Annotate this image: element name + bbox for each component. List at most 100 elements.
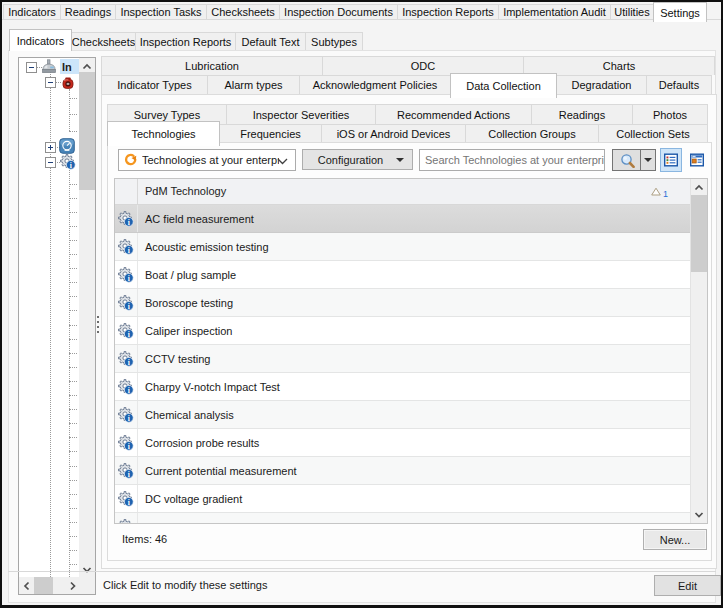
tab-lubrication[interactable]: Lubrication — [101, 56, 323, 75]
tab-ios-or-android-devices[interactable]: iOS or Android Devices — [321, 124, 466, 142]
configuration-button-label: Configuration — [318, 154, 383, 166]
tab-default-text[interactable]: Default Text — [235, 32, 306, 50]
technology-icon-cell — [115, 401, 138, 428]
tree-connector-hline — [69, 98, 77, 100]
tab-acknowledgment-policies[interactable]: Acknowledgment Policies — [299, 75, 451, 94]
tab-alarm-types[interactable]: Alarm types — [207, 75, 300, 94]
tab-data-collection[interactable]: Data Collection — [450, 73, 557, 98]
grid-row[interactable]: Boat / plug sample — [115, 261, 690, 289]
grip-dot — [97, 316, 99, 318]
tree-root-label[interactable]: In — [60, 59, 79, 74]
tree-connector-hline — [69, 423, 77, 425]
grid-vscroll-thumb[interactable] — [691, 195, 707, 272]
tree-vscroll-thumb[interactable] — [79, 72, 95, 190]
tab-subtypes[interactable]: Subtypes — [305, 32, 363, 50]
tab-collection-groups[interactable]: Collection Groups — [465, 124, 599, 142]
technology-name: Boroscope testing — [145, 297, 233, 309]
tree-scroll-right-button[interactable] — [65, 577, 79, 594]
tree-hscrollbar[interactable] — [19, 577, 79, 594]
tree-vscrollbar[interactable] — [79, 58, 95, 577]
gear-info-icon — [118, 295, 134, 311]
tree-connector-hline — [69, 240, 77, 242]
tree-connector-hline — [69, 564, 77, 566]
tree-connector-vline — [69, 89, 71, 131]
grid-row[interactable]: AC field measurement — [115, 205, 690, 233]
scope-combobox[interactable]: Technologies at your enterprise — [118, 149, 296, 171]
splitter-grip[interactable] — [97, 313, 100, 333]
tab-indicators[interactable]: Indicators — [3, 4, 61, 19]
tab-defaults[interactable]: Defaults — [646, 75, 712, 94]
tree-scroll-corner — [79, 577, 95, 594]
tree-connector-hline — [69, 339, 77, 341]
technology-name: Charpy V-notch Impact Test — [145, 381, 280, 393]
tab-inspection-tasks[interactable]: Inspection Tasks — [115, 4, 207, 19]
tab-implementation-audit[interactable]: Implementation Audit — [498, 4, 611, 19]
gauge-icon — [59, 138, 75, 154]
tab-inspector-severities[interactable]: Inspector Severities — [226, 104, 376, 124]
tab-technologies[interactable]: Technologies — [107, 121, 220, 146]
tab-readings[interactable]: Readings — [60, 4, 116, 19]
tree-connector-hline — [69, 480, 77, 482]
tree-connector-vline — [69, 170, 71, 577]
collapse-expander[interactable] — [45, 77, 56, 88]
tree-connector-hline — [69, 381, 77, 383]
chevron-right-icon — [69, 581, 76, 591]
tree-hscroll-thumb[interactable] — [34, 577, 53, 594]
tab-checksheets[interactable]: Checksheets — [206, 4, 280, 19]
tab-utilities[interactable]: Utilities — [610, 4, 654, 19]
tab-frequencies[interactable]: Frequencies — [219, 124, 322, 142]
search-input[interactable] — [425, 154, 604, 166]
tab-collection-sets[interactable]: Collection Sets — [598, 124, 708, 142]
tree-connector-hline — [69, 282, 77, 284]
gear-info-icon — [118, 267, 134, 283]
tab-inspection-reports[interactable]: Inspection Reports — [397, 4, 499, 19]
tab-indicators[interactable]: Indicators — [9, 29, 72, 51]
grid-row[interactable]: Corrosion probe results — [115, 429, 690, 457]
new-button[interactable]: New... — [643, 529, 707, 550]
tab-inspection-documents[interactable]: Inspection Documents — [279, 4, 398, 19]
tab-degradation[interactable]: Degradation — [556, 75, 647, 94]
configuration-button[interactable]: Configuration — [302, 149, 413, 170]
grid-row[interactable]: Acoustic emission testing — [115, 233, 690, 261]
collapse-expander[interactable] — [45, 157, 56, 168]
card-view-button[interactable] — [686, 148, 707, 172]
tab-checksheets[interactable]: Checksheets — [71, 32, 136, 50]
collapse-expander[interactable] — [26, 62, 37, 73]
list-view-button[interactable] — [660, 148, 682, 172]
grid-row[interactable]: Current potential measurement — [115, 457, 690, 485]
technology-icon-cell — [115, 261, 138, 288]
edit-button[interactable]: Edit — [654, 575, 721, 596]
combobox-chevron-icon — [277, 158, 288, 165]
tree-connector-hline — [69, 226, 77, 228]
grid-header-label[interactable]: PdM Technology — [145, 185, 226, 197]
expand-expander[interactable] — [45, 142, 56, 153]
search-options-button[interactable] — [641, 150, 655, 170]
grid-row[interactable]: DC voltage gradient — [115, 485, 690, 513]
grid-row[interactable]: Charpy V-notch Impact Test — [115, 373, 690, 401]
tree-scroll-left-button[interactable] — [19, 577, 33, 594]
grid-vscrollbar[interactable] — [690, 179, 707, 523]
grid-scroll-up-button[interactable] — [691, 179, 707, 196]
grid-row[interactable]: Caliper inspection — [115, 317, 690, 345]
tab-settings[interactable]: Settings — [653, 2, 707, 22]
grid-row[interactable]: CCTV testing — [115, 345, 690, 373]
grid-row[interactable]: Chemical analysis — [115, 401, 690, 429]
technology-name: Caliper inspection — [145, 325, 232, 337]
tab-photos[interactable]: Photos — [632, 104, 708, 124]
technology-name: DC voltage gradient — [145, 493, 242, 505]
technology-icon-cell — [115, 317, 138, 344]
grid-row[interactable]: Boroscope testing — [115, 289, 690, 317]
search-button[interactable] — [613, 150, 641, 170]
tab-indicator-types[interactable]: Indicator Types — [101, 75, 208, 94]
tree-connector-hline — [69, 550, 77, 552]
tab-recommended-actions[interactable]: Recommended Actions — [375, 104, 532, 124]
tree-scroll-down-button[interactable] — [79, 561, 95, 577]
tab-readings[interactable]: Readings — [531, 104, 633, 124]
indicator-tree[interactable]: In — [19, 58, 79, 577]
grid-scroll-down-button[interactable] — [691, 506, 707, 523]
grid-row[interactable]: Destructive testing — [115, 513, 690, 523]
tab-inspection-reports[interactable]: Inspection Reports — [135, 32, 236, 50]
status-message: Click Edit to modify these settings — [103, 579, 267, 591]
machine-icon — [41, 59, 57, 75]
indicator-tree-panel: In — [18, 57, 96, 595]
